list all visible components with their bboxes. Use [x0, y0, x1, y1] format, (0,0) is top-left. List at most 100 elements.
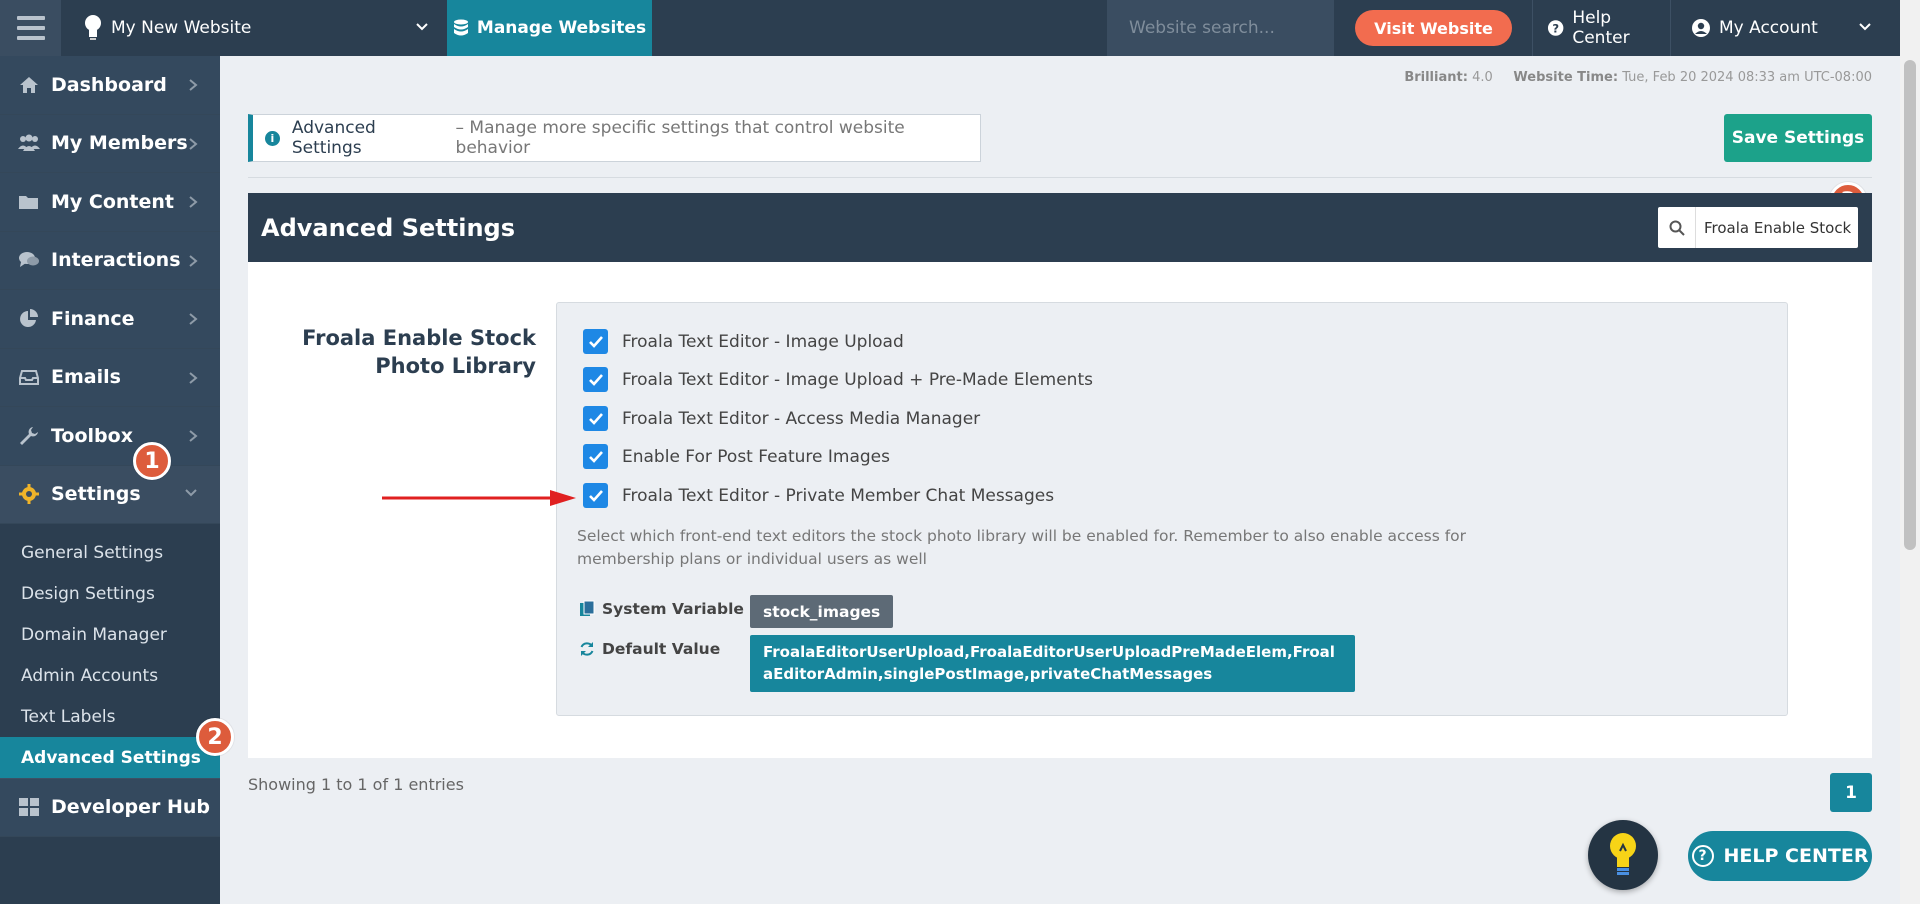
sidebar-subitem-general-settings[interactable]: General Settings	[0, 532, 220, 573]
checkbox-checked[interactable]	[583, 483, 608, 508]
sidebar-item-interactions[interactable]: Interactions	[0, 231, 220, 290]
default-value-row: Default Value	[578, 640, 720, 658]
settings-search-input[interactable]	[1696, 218, 1856, 237]
chevron-right-icon	[189, 196, 198, 208]
sidebar-item-settings[interactable]: Settings	[0, 465, 220, 524]
my-account-menu[interactable]: My Account	[1671, 0, 1886, 56]
sidebar-item-label: My Content	[51, 190, 175, 213]
system-variable-value: stock_images	[750, 595, 894, 628]
settings-search[interactable]	[1658, 207, 1858, 248]
divider	[248, 177, 1872, 178]
setting-help-text: Select which front-end text editors the …	[577, 527, 1467, 568]
sidebar-item-label: Interactions	[51, 249, 181, 272]
question-circle-icon: ?	[1547, 20, 1564, 36]
info-icon: i	[265, 130, 280, 146]
system-variable-row: System Variable	[578, 600, 744, 618]
sidebar-subitem-admin-accounts[interactable]: Admin Accounts	[0, 655, 220, 696]
sidebar-subitem-design-settings[interactable]: Design Settings	[0, 573, 220, 614]
help-center-fab-label: HELP CENTER	[1723, 845, 1869, 867]
checkbox-checked[interactable]	[583, 444, 608, 469]
panel-title: Advanced Settings	[261, 213, 516, 242]
lightbulb-help-button[interactable]	[1588, 820, 1658, 890]
option-post-feature-images[interactable]: Enable For Post Feature Images	[583, 444, 890, 469]
panel-header: Advanced Settings	[248, 193, 1872, 262]
chevron-down-icon	[416, 23, 428, 31]
help-center-link[interactable]: ? Help Center	[1532, 0, 1671, 56]
sidebar-item-label: Toolbox	[51, 424, 133, 447]
check-icon	[588, 373, 603, 386]
copy-icon	[578, 600, 596, 618]
version-value: 4.0	[1472, 70, 1493, 85]
sidebar-subitem-text-labels[interactable]: Text Labels	[0, 696, 220, 737]
chevron-right-icon	[189, 137, 198, 150]
check-icon	[588, 335, 603, 348]
website-search-input[interactable]	[1107, 0, 1334, 56]
my-account-label: My Account	[1719, 18, 1818, 38]
sidebar-item-dashboard[interactable]: Dashboard	[0, 56, 220, 115]
annotation-badge: 2	[196, 718, 234, 756]
sidebar-item-label: Settings	[51, 483, 141, 506]
wrench-icon	[16, 425, 42, 447]
sidebar-item-label: Emails	[51, 366, 121, 389]
lightbulb-icon	[1610, 833, 1636, 875]
website-time-label: Website Time:	[1513, 70, 1619, 85]
lightbulb-icon	[85, 15, 101, 40]
annotation-badge: 1	[133, 442, 171, 480]
check-icon	[588, 412, 603, 425]
home-icon	[16, 74, 42, 96]
option-image-upload[interactable]: Froala Text Editor - Image Upload	[583, 329, 904, 354]
default-value-label: Default Value	[602, 640, 721, 658]
chevron-right-icon	[189, 430, 198, 442]
grid-icon	[16, 796, 42, 818]
chevron-right-icon	[189, 313, 198, 325]
option-private-chat[interactable]: Froala Text Editor - Private Member Chat…	[583, 483, 1054, 508]
refresh-icon	[578, 640, 596, 658]
pagination-page-button[interactable]: 1	[1830, 773, 1872, 812]
option-media-manager[interactable]: Froala Text Editor - Access Media Manage…	[583, 406, 980, 431]
page-description: – Manage more specific settings that con…	[455, 118, 905, 158]
website-selector[interactable]: My New Website	[61, 0, 447, 56]
save-settings-button[interactable]: Save Settings	[1724, 114, 1872, 162]
user-circle-icon	[1692, 19, 1710, 37]
sidebar-item-emails[interactable]: Emails	[0, 348, 220, 407]
settings-submenu: General Settings Design Settings Domain …	[0, 524, 220, 778]
sidebar-item-my-content[interactable]: My Content	[0, 173, 220, 232]
chevron-right-icon	[189, 371, 198, 384]
svg-text:?: ?	[1552, 21, 1559, 35]
chevron-right-icon	[189, 79, 198, 91]
sidebar-item-finance[interactable]: Finance	[0, 290, 220, 349]
entries-count: Showing 1 to 1 of 1 entries	[248, 775, 464, 794]
checkbox-checked[interactable]	[583, 329, 608, 354]
option-image-upload-premade[interactable]: Froala Text Editor - Image Upload + Pre-…	[583, 367, 1093, 392]
sidebar-subitem-domain-manager[interactable]: Domain Manager	[0, 614, 220, 655]
option-label: Froala Text Editor - Image Upload + Pre-…	[622, 369, 1093, 390]
menu-line	[16, 16, 45, 20]
version-label: Brilliant:	[1404, 70, 1468, 85]
chevron-down-icon	[185, 488, 197, 496]
checkbox-checked[interactable]	[583, 406, 608, 431]
scrollbar-thumb[interactable]	[1904, 60, 1916, 550]
chevron-down-icon	[1859, 23, 1871, 31]
manage-websites-button[interactable]: Manage Websites	[447, 0, 652, 56]
visit-website-button[interactable]: Visit Website	[1355, 10, 1512, 46]
help-center-floating-button[interactable]: ? HELP CENTER	[1688, 831, 1872, 881]
manage-websites-label: Manage Websites	[476, 18, 647, 38]
hamburger-menu-button[interactable]	[0, 0, 61, 56]
sidebar-item-my-members[interactable]: My Members	[0, 114, 220, 173]
sidebar-subitem-advanced-settings[interactable]: Advanced Settings	[0, 737, 220, 778]
gear-icon	[16, 483, 42, 505]
menu-line	[16, 36, 45, 40]
users-icon	[16, 132, 42, 154]
checkbox-checked[interactable]	[583, 367, 608, 392]
chat-icon	[16, 249, 42, 271]
check-icon	[588, 489, 603, 502]
sidebar-item-developer-hub[interactable]: Developer Hub	[0, 778, 220, 837]
annotation-arrow-icon	[382, 490, 576, 506]
website-name: My New Website	[111, 18, 252, 38]
setting-label: Froala Enable Stock Photo Library	[290, 324, 536, 380]
sidebar-item-label: Finance	[51, 307, 135, 330]
sidebar-item-toolbox[interactable]: Toolbox	[0, 407, 220, 466]
sidebar: Dashboard My Members My Content Interact…	[0, 56, 220, 904]
database-icon	[453, 19, 468, 36]
sidebar-item-label: Developer Hub	[51, 796, 210, 819]
